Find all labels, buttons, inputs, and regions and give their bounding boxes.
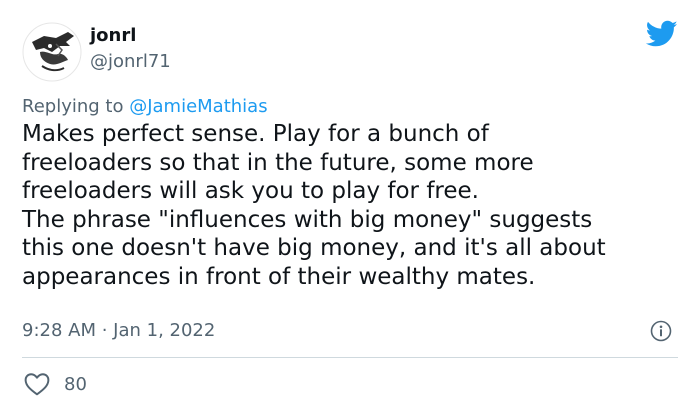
- tweet-text-line: freeloaders so that in the future, some …: [22, 149, 534, 176]
- heart-icon[interactable]: [24, 372, 50, 396]
- reply-prefix: Replying to: [22, 96, 130, 117]
- tweet-timestamp[interactable]: 9:28 AM · Jan 1, 2022: [22, 320, 215, 341]
- reply-mention-link[interactable]: @JamieMathias: [129, 96, 267, 117]
- tweet-text-line: freeloaders will ask you to play for fre…: [22, 178, 479, 205]
- display-name[interactable]: jonrl: [90, 25, 136, 46]
- replying-to: Replying to @JamieMathias: [22, 96, 268, 117]
- tweet-text-line: this one doesn't have big money, and it'…: [22, 235, 606, 262]
- like-button[interactable]: 80: [24, 372, 87, 396]
- tweet-text: Makes perfect sense. Play for a bunch of…: [22, 120, 682, 292]
- tweet-text-line: appearances in front of their wealthy ma…: [22, 263, 536, 290]
- divider: [22, 357, 678, 358]
- like-count: 80: [64, 373, 87, 395]
- tweet-card: jonrl @jonrl71 Replying to @JamieMathias…: [0, 0, 700, 410]
- tweet-text-line: Makes perfect sense. Play for a bunch of: [22, 121, 489, 147]
- tweet-text-line: The phrase "influences with big money" s…: [22, 206, 593, 233]
- user-handle[interactable]: @jonrl71: [90, 51, 171, 72]
- twitter-bird-icon[interactable]: [645, 20, 678, 48]
- avatar[interactable]: [22, 22, 82, 82]
- info-icon[interactable]: [650, 320, 672, 342]
- avatar-image: [22, 22, 82, 82]
